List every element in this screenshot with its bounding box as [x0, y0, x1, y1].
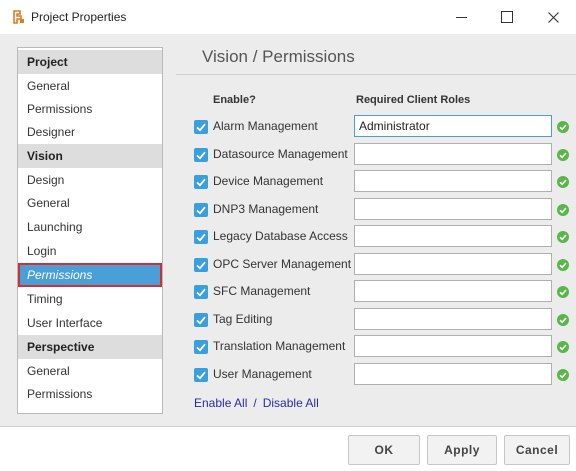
- close-icon: [547, 11, 559, 23]
- roles-input-sfc-management[interactable]: [354, 280, 552, 302]
- sidebar-item-project-general[interactable]: General: [18, 74, 162, 98]
- sidebar-item-project-permissions[interactable]: Permissions: [18, 97, 162, 121]
- roles-input-dnp3-management[interactable]: [354, 198, 552, 220]
- valid-check-icon: [557, 286, 569, 298]
- valid-check-icon: [557, 369, 569, 381]
- maximize-button[interactable]: [484, 0, 530, 34]
- valid-check-icon: [557, 314, 569, 326]
- sidebar-item-vision-general[interactable]: General: [18, 191, 162, 215]
- sidebar-item-user-interface[interactable]: User Interface: [18, 311, 162, 335]
- sidebar-item-vision-permissions[interactable]: Permissions: [18, 263, 162, 287]
- valid-check-icon: [557, 121, 569, 133]
- row-label-legacy-database-access: Legacy Database Access: [213, 229, 348, 243]
- valid-check-icon: [557, 341, 569, 353]
- enable-column-header: Enable?: [213, 94, 256, 106]
- roles-input-datasource-management[interactable]: [354, 143, 552, 165]
- sidebar-nav: Project General Permissions Designer Vis…: [17, 47, 163, 414]
- checkmark-icon: [196, 316, 206, 325]
- enable-checkbox-datasource-management[interactable]: [194, 148, 208, 162]
- link-separator: /: [253, 396, 257, 410]
- row-label-datasource-management: Datasource Management: [213, 147, 348, 161]
- enable-checkbox-user-management[interactable]: [194, 368, 208, 382]
- roles-column-header: Required Client Roles: [356, 94, 471, 106]
- minimize-button[interactable]: [438, 0, 484, 34]
- sidebar-item-timing[interactable]: Timing: [18, 287, 162, 311]
- enable-checkbox-opc-server-management[interactable]: [194, 258, 208, 272]
- checkmark-icon: [196, 233, 206, 242]
- roles-input-opc-server-management[interactable]: [354, 253, 552, 275]
- bulk-toggle-links: Enable All / Disable All: [194, 396, 319, 410]
- checkmark-icon: [196, 151, 206, 160]
- sidebar-header-vision: Vision: [18, 144, 162, 168]
- valid-check-icon: [557, 204, 569, 216]
- row-label-device-management: Device Management: [213, 174, 324, 188]
- sidebar-item-perspective-general[interactable]: General: [18, 359, 162, 383]
- roles-input-tag-editing[interactable]: [354, 308, 552, 330]
- row-label-alarm-management: Alarm Management: [213, 119, 318, 133]
- roles-input-alarm-management[interactable]: Administrator: [354, 115, 552, 137]
- enable-checkbox-translation-management[interactable]: [194, 340, 208, 354]
- roles-input-translation-management[interactable]: [354, 335, 552, 357]
- sidebar-header-project: Project: [18, 50, 162, 74]
- row-label-opc-server-management: OPC Server Management: [213, 257, 352, 271]
- sidebar-item-login[interactable]: Login: [18, 239, 162, 263]
- roles-input-user-management[interactable]: [354, 363, 552, 385]
- cancel-button[interactable]: Cancel: [504, 435, 570, 465]
- enable-all-link[interactable]: Enable All: [194, 396, 247, 410]
- checkmark-icon: [196, 343, 206, 352]
- checkmark-icon: [196, 123, 206, 132]
- title-bar: Project Properties: [0, 0, 576, 34]
- row-label-translation-management: Translation Management: [213, 339, 346, 353]
- sidebar-header-perspective: Perspective: [18, 335, 162, 359]
- minimize-icon: [455, 16, 467, 18]
- enable-checkbox-dnp3-management[interactable]: [194, 203, 208, 217]
- enable-checkbox-alarm-management[interactable]: [194, 120, 208, 134]
- maximize-icon: [501, 11, 513, 23]
- window-title: Project Properties: [31, 10, 127, 24]
- enable-checkbox-legacy-database-access[interactable]: [194, 230, 208, 244]
- roles-input-device-management[interactable]: [354, 170, 552, 192]
- roles-input-legacy-database-access[interactable]: [354, 225, 552, 247]
- ok-button[interactable]: OK: [348, 435, 420, 465]
- checkmark-icon: [196, 206, 206, 215]
- valid-check-icon: [557, 176, 569, 188]
- sidebar-item-launching[interactable]: Launching: [18, 215, 162, 239]
- enable-checkbox-sfc-management[interactable]: [194, 285, 208, 299]
- sidebar-item-perspective-permissions[interactable]: Permissions: [18, 382, 162, 406]
- valid-check-icon: [557, 231, 569, 243]
- close-button[interactable]: [530, 0, 576, 34]
- checkmark-icon: [196, 371, 206, 380]
- enable-checkbox-tag-editing[interactable]: [194, 313, 208, 327]
- row-label-user-management: User Management: [213, 367, 312, 381]
- row-label-dnp3-management: DNP3 Management: [213, 202, 319, 216]
- row-label-sfc-management: SFC Management: [213, 284, 311, 298]
- checkmark-icon: [196, 288, 206, 297]
- checkmark-icon: [196, 261, 206, 270]
- checkmark-icon: [196, 178, 206, 187]
- project-properties-icon: [11, 10, 25, 24]
- apply-button[interactable]: Apply: [427, 435, 497, 465]
- valid-check-icon: [557, 149, 569, 161]
- disable-all-link[interactable]: Disable All: [263, 396, 319, 410]
- page-title: Vision / Permissions: [202, 47, 355, 66]
- title-divider: [176, 74, 576, 75]
- valid-check-icon: [557, 259, 569, 271]
- sidebar-item-designer[interactable]: Designer: [18, 120, 162, 144]
- enable-checkbox-device-management[interactable]: [194, 175, 208, 189]
- sidebar-item-design[interactable]: Design: [18, 168, 162, 192]
- row-label-tag-editing: Tag Editing: [213, 312, 273, 326]
